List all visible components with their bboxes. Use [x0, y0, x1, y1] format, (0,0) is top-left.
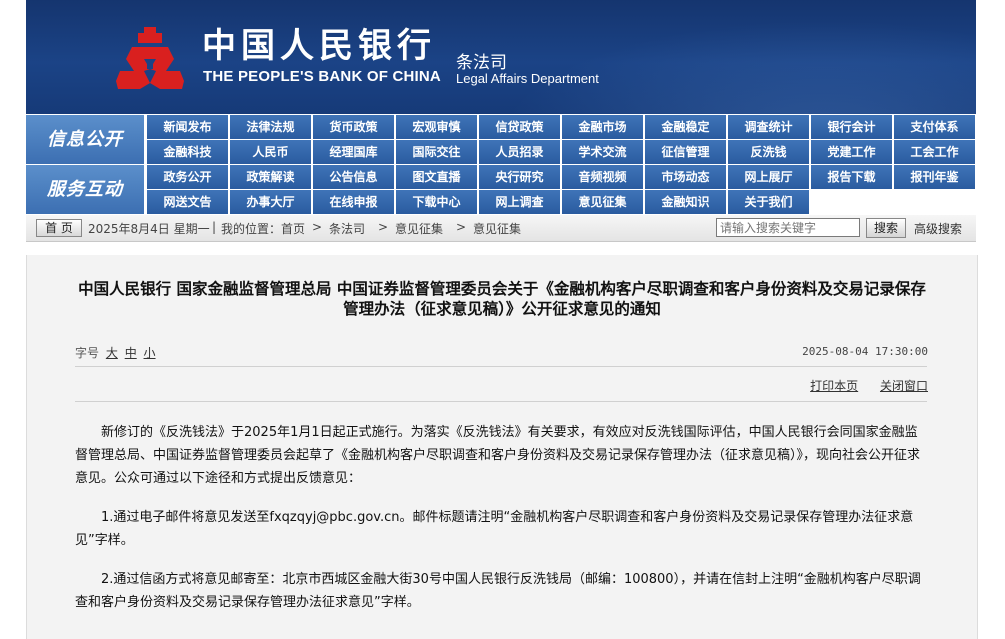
- nav-item-info-top-9[interactable]: 支付体系: [894, 115, 975, 139]
- nav-item-info-bottom-9[interactable]: 工会工作: [894, 140, 975, 164]
- page-wrapper: 中国人民银行 THE PEOPLE'S BANK OF CHINA 条法司 Le…: [26, 0, 976, 242]
- nav-item-service-top-9[interactable]: 报刊年鉴: [894, 165, 975, 189]
- search-button[interactable]: 搜索: [866, 218, 906, 238]
- bank-name-en: THE PEOPLE'S BANK OF CHINA: [203, 68, 441, 85]
- article-title-line1: 中国人民银行 国家金融监督管理总局 中国证券监督管理委员会关于《金融机构客户尽职…: [78, 280, 926, 298]
- home-button[interactable]: 首 页: [36, 219, 82, 237]
- nav-item-service-top-7[interactable]: 网上展厅: [728, 165, 809, 189]
- nav-item-service-bottom-7[interactable]: 关于我们: [728, 190, 809, 214]
- nav-label-service: 服务互动: [26, 165, 144, 214]
- font-size-control: 字号 大 中 小: [75, 344, 156, 361]
- current-date: 2025年8月4日 星期一: [88, 222, 210, 236]
- article-actions: 打印本页 关闭窗口: [792, 377, 928, 394]
- nav-item-service-bottom-5[interactable]: 意见征集: [562, 190, 643, 214]
- nav-item-service-top-3[interactable]: 图文直播: [396, 165, 477, 189]
- nav-item-service-bottom-4[interactable]: 网上调查: [479, 190, 560, 214]
- print-page-link[interactable]: 打印本页: [810, 379, 858, 393]
- nav-item-service-top-8[interactable]: 报告下载: [811, 165, 892, 189]
- nav-item-info-top-6[interactable]: 金融稳定: [645, 115, 726, 139]
- font-size-label: 字号: [75, 346, 100, 360]
- nav-item-info-top-0[interactable]: 新闻发布: [147, 115, 228, 139]
- department-name-cn: 条法司: [456, 53, 507, 73]
- main-navigation: 信息公开 新闻发布 法律法规 货币政策 宏观审慎 信贷政策 金融市场 金融稳定 调查统计 银行会…: [26, 115, 976, 214]
- nav-item-service-top-1[interactable]: 政策解读: [230, 165, 311, 189]
- crumb-location[interactable]: 我的位置：首页: [221, 220, 305, 237]
- nav-item-service-bottom-2[interactable]: 在线申报: [313, 190, 394, 214]
- paragraph-intro: 新修订的《反洗钱法》于2025年1月1日起正式施行。为落实《反洗钱法》有关要求，…: [75, 425, 921, 486]
- bank-name-cn: 中国人民银行: [202, 26, 436, 66]
- nav-item-info-bottom-0[interactable]: 金融科技: [147, 140, 228, 164]
- nav-item-info-bottom-5[interactable]: 学术交流: [562, 140, 643, 164]
- font-small-link[interactable]: 小: [144, 346, 156, 360]
- article-body: 新修订的《反洗钱法》于2025年1月1日起正式施行。为落实《反洗钱法》有关要求，…: [75, 421, 927, 630]
- breadcrumb: 首 页 2025年8月4日 星期一 | 我的位置：首页 > 条法司 > 意见征集…: [26, 215, 976, 242]
- nav-item-service-bottom-1[interactable]: 办事大厅: [230, 190, 311, 214]
- search-input[interactable]: [716, 218, 860, 237]
- nav-item-service-top-2[interactable]: 公告信息: [313, 165, 394, 189]
- crumb-separator: >: [456, 220, 467, 234]
- nav-label-info: 信息公开: [26, 115, 144, 164]
- nav-item-service-bottom-6[interactable]: 金融知识: [645, 190, 726, 214]
- nav-item-info-bottom-4[interactable]: 人员招录: [479, 140, 560, 164]
- article-title-line2: 管理办法（征求意见稿）》公开征求意见的通知: [343, 300, 661, 318]
- nav-item-info-top-8[interactable]: 银行会计: [811, 115, 892, 139]
- nav-item-info-top-2[interactable]: 货币政策: [313, 115, 394, 139]
- nav-item-info-top-7[interactable]: 调查统计: [728, 115, 809, 139]
- paragraph-mail: 2.通过信函方式将意见邮寄至：北京市西城区金融大街30号中国人民银行反洗钱局（邮…: [75, 572, 921, 610]
- divider: [75, 366, 927, 367]
- nav-item-info-bottom-2[interactable]: 经理国库: [313, 140, 394, 164]
- crumb-item-solicitation[interactable]: 意见征集: [395, 220, 443, 237]
- site-banner: 中国人民银行 THE PEOPLE'S BANK OF CHINA 条法司 Le…: [26, 0, 976, 114]
- font-large-link[interactable]: 大: [106, 346, 118, 360]
- close-window-link[interactable]: 关闭窗口: [880, 379, 928, 393]
- nav-item-service-top-5[interactable]: 音频视频: [562, 165, 643, 189]
- nav-item-info-bottom-8[interactable]: 党建工作: [811, 140, 892, 164]
- nav-item-info-top-4[interactable]: 信贷政策: [479, 115, 560, 139]
- crumb-separator: >: [378, 220, 389, 234]
- publish-datetime: 2025-08-04 17:30:00: [802, 345, 928, 358]
- nav-item-info-top-5[interactable]: 金融市场: [562, 115, 643, 139]
- crumb-item-dept[interactable]: 条法司: [329, 220, 365, 237]
- paragraph-email: 1.通过电子邮件将意见发送至fxqzqyj@pbc.gov.cn。邮件标题请注明…: [75, 510, 914, 548]
- nav-item-service-bottom-3[interactable]: 下载中心: [396, 190, 477, 214]
- advanced-search-link[interactable]: 高级搜索: [914, 220, 962, 237]
- nav-item-info-bottom-3[interactable]: 国际交往: [396, 140, 477, 164]
- article-panel: 中国人民银行 国家金融监督管理总局 中国证券监督管理委员会关于《金融机构客户尽职…: [26, 255, 978, 639]
- nav-item-info-bottom-6[interactable]: 征信管理: [645, 140, 726, 164]
- nav-item-info-bottom-1[interactable]: 人民币: [230, 140, 311, 164]
- crumb-separator: >: [312, 220, 323, 234]
- font-medium-link[interactable]: 中: [125, 346, 137, 360]
- nav-row-info: 信息公开 新闻发布 法律法规 货币政策 宏观审慎 信贷政策 金融市场 金融稳定 调查统计 银行会…: [26, 115, 976, 164]
- crumb-divider: |: [212, 220, 217, 234]
- nav-item-info-top-3[interactable]: 宏观审慎: [396, 115, 477, 139]
- nav-item-service-bottom-0[interactable]: 网送文告: [147, 190, 228, 214]
- pboc-emblem-icon[interactable]: [114, 25, 186, 91]
- divider: [75, 401, 927, 402]
- nav-item-info-bottom-7[interactable]: 反洗钱: [728, 140, 809, 164]
- crumb-item-solicitation-current[interactable]: 意见征集: [473, 220, 521, 237]
- nav-item-service-top-6[interactable]: 市场动态: [645, 165, 726, 189]
- nav-item-service-top-4[interactable]: 央行研究: [479, 165, 560, 189]
- article-title: 中国人民银行 国家金融监督管理总局 中国证券监督管理委员会关于《金融机构客户尽职…: [27, 279, 977, 319]
- nav-item-service-top-0[interactable]: 政务公开: [147, 165, 228, 189]
- department-name-en: Legal Affairs Department: [456, 71, 599, 86]
- banner-decoration: [446, 0, 976, 114]
- nav-item-info-top-1[interactable]: 法律法规: [230, 115, 311, 139]
- nav-row-service: 服务互动 政务公开 政策解读 公告信息 图文直播 央行研究 音频视频 市场动态 网上展厅 报告下…: [26, 165, 976, 214]
